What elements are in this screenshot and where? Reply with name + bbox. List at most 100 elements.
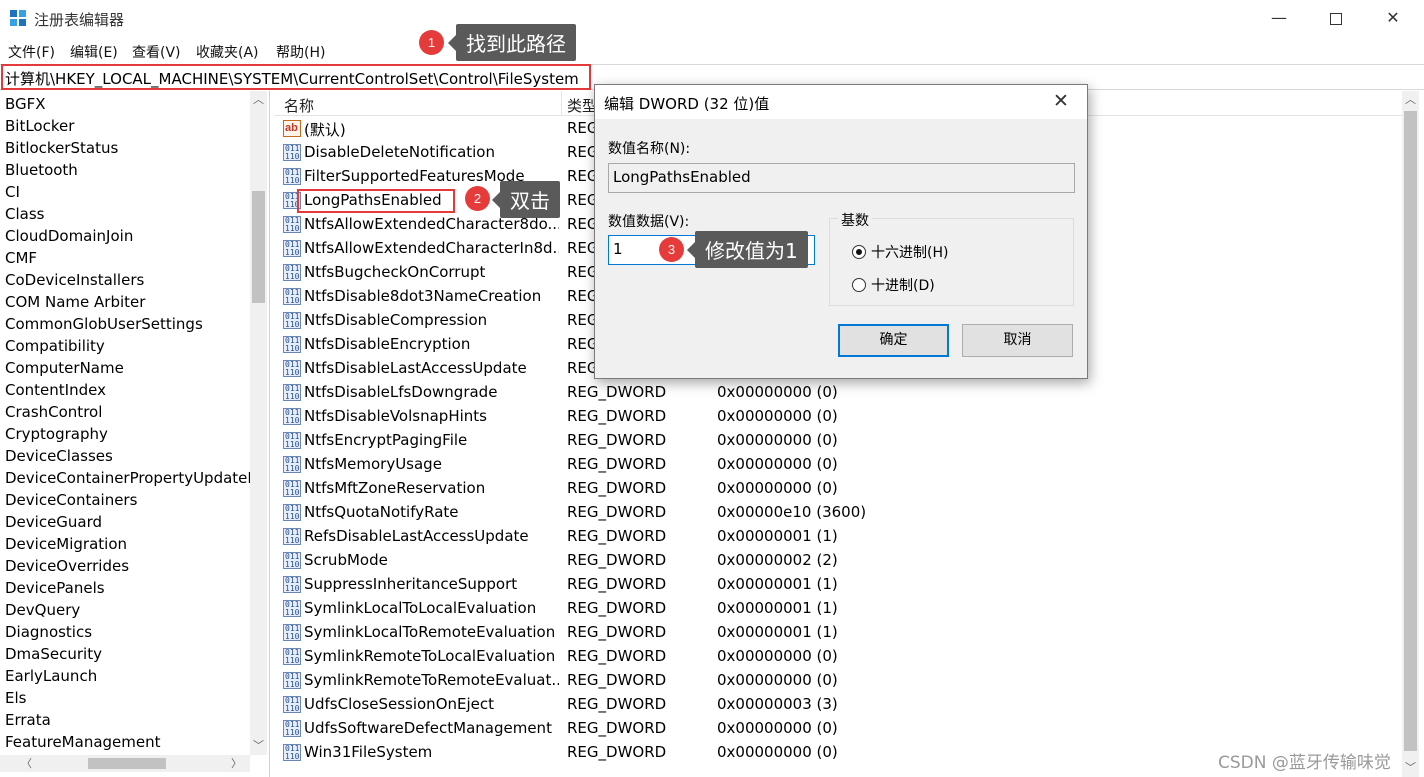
menu-view[interactable]: 查看(V)	[132, 42, 181, 62]
list-scroll-down-icon[interactable]: ﹀	[1402, 759, 1419, 776]
tree-key-item[interactable]: ContentIndex	[5, 379, 250, 401]
tree-key-item[interactable]: CrashControl	[5, 401, 250, 423]
table-row[interactable]: 011 110 010NtfsQuotaNotifyRate REG_DWORD 0…	[274, 501, 1394, 525]
tree-key-item[interactable]: Class	[5, 203, 250, 225]
tree-horizontal-scrollbar[interactable]: 〈 〉	[0, 755, 250, 772]
tree-key-item[interactable]: Els	[5, 687, 250, 709]
close-button[interactable]: ✕	[1364, 0, 1422, 38]
tree-key-item[interactable]: CommonGlobUserSettings	[5, 313, 250, 335]
binary-value-icon: 011 110 010	[283, 312, 301, 329]
table-row[interactable]: 011 110 010SymlinkRemoteToRemoteEvaluat.…	[274, 669, 1394, 693]
table-row[interactable]: 011 110 010SuppressInheritanceSupport REG…	[274, 573, 1394, 597]
column-separator[interactable]	[561, 91, 562, 115]
maximize-button[interactable]	[1307, 0, 1365, 38]
tree-key-item[interactable]: CloudDomainJoin	[5, 225, 250, 247]
tree-key-item[interactable]: EarlyLaunch	[5, 665, 250, 687]
table-row[interactable]: 011 110 010NtfsDisableVolsnapHints REG_DW…	[274, 405, 1394, 429]
table-row[interactable]: 011 110 010RefsDisableLastAccessUpdate RE…	[274, 525, 1394, 549]
value-name: Win31FileSystem	[304, 743, 433, 761]
value-name: UdfsSoftwareDefectManagement	[304, 719, 552, 737]
cancel-button[interactable]: 取消	[962, 324, 1073, 357]
scroll-left-icon[interactable]: 〈	[18, 755, 35, 772]
column-header-name[interactable]: 名称	[284, 95, 314, 116]
tree-key-item[interactable]: BitLocker	[5, 115, 250, 137]
tree-key-item[interactable]: DevicePanels	[5, 577, 250, 599]
binary-value-icon: 011 110 010	[283, 528, 301, 545]
column-header-type[interactable]: 类型	[567, 95, 597, 116]
menu-help[interactable]: 帮助(H)	[276, 42, 325, 62]
table-row[interactable]: 011 110 010UdfsCloseSessionOnEject REG_DW…	[274, 693, 1394, 717]
value-data: 0x00000000 (0)	[717, 743, 838, 761]
tree-key-item[interactable]: BitlockerStatus	[5, 137, 250, 159]
dialog-close-icon[interactable]: ✕	[1053, 90, 1069, 112]
value-name: SymlinkRemoteToLocalEvaluation	[304, 647, 556, 665]
value-name: DisableDeleteNotification	[304, 143, 495, 161]
tree-key-item[interactable]: Compatibility	[5, 335, 250, 357]
radio-selected-icon[interactable]	[852, 245, 866, 259]
menu-favorites[interactable]: 收藏夹(A)	[196, 42, 259, 62]
binary-value-icon: 011 110 010	[283, 432, 301, 449]
tree-key-item[interactable]: Diagnostics	[5, 621, 250, 643]
table-row[interactable]: 011 110 010SymlinkLocalToLocalEvaluation…	[274, 597, 1394, 621]
value-data: 0x00000e10 (3600)	[717, 503, 867, 521]
tree-key-item[interactable]: DeviceMigration	[5, 533, 250, 555]
tree-key-item[interactable]: CMF	[5, 247, 250, 269]
tree-key-item[interactable]: DeviceContainerPropertyUpdateE	[5, 467, 250, 489]
list-scroll-up-icon[interactable]: ︿	[1402, 91, 1419, 108]
binary-value-icon: 011 110 010	[283, 648, 301, 665]
callout-badge-2: 2	[465, 186, 490, 211]
tree-key-item[interactable]: DeviceGuard	[5, 511, 250, 533]
watermark-text: CSDN @蓝牙传输味觉	[1218, 753, 1391, 773]
value-type: REG_DWORD	[567, 623, 667, 641]
tree-key-item[interactable]: Cryptography	[5, 423, 250, 445]
ok-button[interactable]: 确定	[838, 324, 949, 357]
scroll-up-icon[interactable]: ︿	[250, 91, 267, 108]
dec-radio[interactable]: 十进制(D)	[852, 275, 935, 295]
binary-value-icon: 011 110 010	[283, 216, 301, 233]
table-row[interactable]: 011 110 010UdfsSoftwareDefectManagement R…	[274, 717, 1394, 741]
list-scroll-thumb[interactable]	[1404, 111, 1417, 751]
tree-key-item[interactable]: DeviceOverrides	[5, 555, 250, 577]
table-row[interactable]: 011 110 010ScrubMode REG_DWORD 0x00000002 …	[274, 549, 1394, 573]
hex-radio[interactable]: 十六进制(H)	[852, 242, 948, 262]
binary-value-icon: 011 110 010	[283, 384, 301, 401]
base-label: 基数	[838, 210, 872, 230]
tree-hscroll-thumb[interactable]	[88, 758, 166, 769]
tree-key-item[interactable]: DeviceClasses	[5, 445, 250, 467]
tree-key-item[interactable]: CoDeviceInstallers	[5, 269, 250, 291]
table-row[interactable]: 011 110 010NtfsMemoryUsage REG_DWORD 0x000…	[274, 453, 1394, 477]
value-data: 0x00000001 (1)	[717, 599, 838, 617]
binary-value-icon: 011 110 010	[283, 720, 301, 737]
value-type: REG_DWORD	[567, 527, 667, 545]
tree-key-item[interactable]: CI	[5, 181, 250, 203]
tree-key-item[interactable]: Errata	[5, 709, 250, 731]
table-row[interactable]: 011 110 010SymlinkLocalToRemoteEvaluatio…	[274, 621, 1394, 645]
minimize-button[interactable]: —	[1250, 0, 1308, 38]
value-type: REG_DWORD	[567, 383, 667, 401]
radio-unselected-icon[interactable]	[852, 278, 866, 292]
value-data: 0x00000001 (1)	[717, 527, 838, 545]
tree-key-item[interactable]: DeviceContainers	[5, 489, 250, 511]
value-type: REG_DWORD	[567, 503, 667, 521]
tree-scroll-thumb[interactable]	[252, 191, 265, 303]
binary-value-icon: 011 110 010	[283, 552, 301, 569]
tree-key-item[interactable]: DmaSecurity	[5, 643, 250, 665]
tree-vertical-scrollbar[interactable]: ︿ ﹀	[250, 91, 267, 755]
scroll-right-icon[interactable]: 〉	[228, 755, 245, 772]
value-name: NtfsEncryptPagingFile	[304, 431, 468, 449]
table-row[interactable]: 011 110 010NtfsEncryptPagingFile REG_DWOR…	[274, 429, 1394, 453]
list-vertical-scrollbar[interactable]: ︿ ﹀	[1402, 91, 1419, 777]
tree-key-item[interactable]: ComputerName	[5, 357, 250, 379]
menu-file[interactable]: 文件(F)	[8, 42, 55, 62]
table-row[interactable]: 011 110 010NtfsDisableLfsDowngrade REG_DW…	[274, 381, 1394, 405]
table-row[interactable]: 011 110 010NtfsMftZoneReservation REG_DWO…	[274, 477, 1394, 501]
tree-key-item[interactable]: Bluetooth	[5, 159, 250, 181]
tree-key-item[interactable]: FeatureManagement	[5, 731, 250, 753]
menu-edit[interactable]: 编辑(E)	[70, 42, 118, 62]
table-row[interactable]: 011 110 010SymlinkRemoteToLocalEvaluatio…	[274, 645, 1394, 669]
tree-key-item[interactable]: COM Name Arbiter	[5, 291, 250, 313]
tree-key-item[interactable]: DevQuery	[5, 599, 250, 621]
scroll-down-icon[interactable]: ﹀	[250, 737, 267, 754]
tree-key-item[interactable]: BGFX	[5, 93, 250, 115]
address-highlight-box	[1, 64, 591, 90]
